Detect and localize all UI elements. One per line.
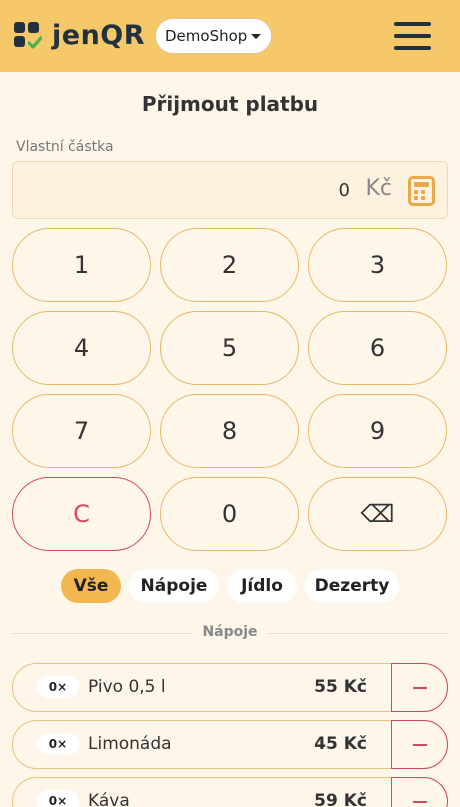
chevron-down-icon (251, 34, 261, 39)
qty-badge: 0× (37, 676, 79, 698)
key-0[interactable]: 0 (160, 477, 299, 551)
qty-badge: 0× (37, 790, 79, 807)
calculator-icon[interactable] (408, 176, 435, 206)
shop-select[interactable]: DemoShop (155, 18, 272, 54)
key-7[interactable]: 7 (12, 394, 151, 468)
product-name: Káva (88, 791, 130, 807)
minus-icon (412, 686, 427, 689)
divider-right (268, 633, 448, 634)
product-price: 59 Kč (314, 791, 367, 807)
key-6[interactable]: 6 (308, 311, 447, 385)
logo[interactable]: jenQR (14, 20, 145, 51)
logo-icon (14, 21, 42, 50)
key-backspace[interactable]: ⌫ (308, 477, 447, 551)
filter-all[interactable]: Vše (61, 569, 121, 603)
filter-drinks[interactable]: Nápoje (129, 569, 219, 603)
key-9[interactable]: 9 (308, 394, 447, 468)
product-name: Pivo 0,5 l (88, 677, 166, 697)
key-8[interactable]: 8 (160, 394, 299, 468)
minus-icon (412, 743, 427, 746)
logo-text: jenQR (52, 20, 146, 51)
qty-badge: 0× (37, 733, 79, 755)
product-row[interactable]: 0× Limonáda 45 Kč (12, 720, 448, 769)
amount-value: 0 (338, 180, 350, 201)
key-2[interactable]: 2 (160, 228, 299, 302)
key-clear[interactable]: C (12, 477, 151, 551)
decrement-button[interactable] (391, 663, 448, 712)
product-price: 45 Kč (314, 734, 367, 754)
amount-input[interactable]: 0 Kč (12, 161, 448, 219)
filter-desserts[interactable]: Dezerty (305, 569, 399, 603)
product-price: 55 Kč (314, 677, 367, 697)
product-row[interactable]: 0× Káva 59 Kč (12, 777, 448, 807)
page-title: Přijmout platbu (141, 92, 319, 116)
key-1[interactable]: 1 (12, 228, 151, 302)
product-row[interactable]: 0× Pivo 0,5 l 55 Kč (12, 663, 448, 712)
minus-icon (412, 800, 427, 803)
decrement-button[interactable] (391, 720, 448, 769)
currency-label: Kč (365, 176, 392, 201)
key-4[interactable]: 4 (12, 311, 151, 385)
hamburger-icon[interactable] (393, 20, 431, 52)
amount-label: Vlastní částka (16, 139, 114, 155)
navbar: jenQR DemoShop (0, 0, 460, 72)
shop-select-value: DemoShop (165, 27, 248, 45)
decrement-button[interactable] (391, 777, 448, 807)
product-name: Limonáda (88, 734, 172, 754)
section-label: Nápoje (202, 624, 258, 640)
key-3[interactable]: 3 (308, 228, 447, 302)
key-5[interactable]: 5 (160, 311, 299, 385)
filter-food[interactable]: Jídlo (227, 569, 297, 603)
